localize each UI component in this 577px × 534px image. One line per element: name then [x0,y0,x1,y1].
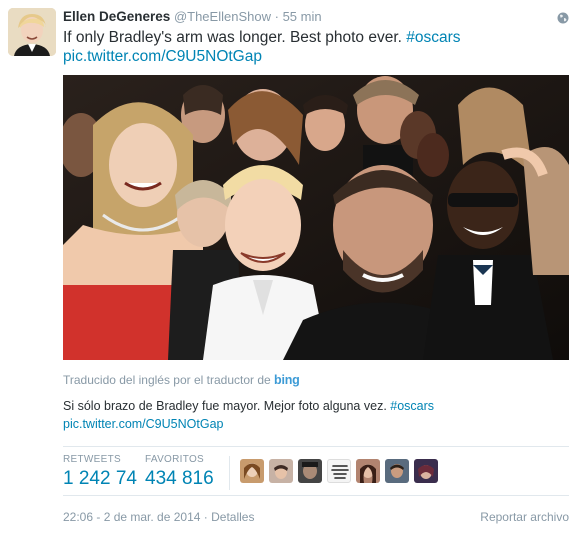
fav-avatar-1[interactable] [240,459,264,483]
tweet-text-main: If only Bradley's arm was longer. Best p… [63,29,407,46]
fav-avatar-2[interactable] [269,459,293,483]
retweets-stat[interactable]: RETWEETS 1 242 74 [63,454,137,490]
header-separator: · [274,9,279,24]
tweet-header: Ellen DeGeneres @TheEllenShow · 55 min [63,9,322,24]
translated-text-main: Si sólo brazo de Bradley fue mayor. Mejo… [63,399,391,413]
author-handle[interactable]: @TheEllenShow [174,9,271,24]
stats-top-divider [63,446,569,447]
favorites-label: FAVORITOS [145,454,205,465]
retweets-label: RETWEETS [63,454,121,465]
media-link[interactable]: pic.twitter.com/C9U5NOtGap [63,48,262,65]
translated-media-link[interactable]: pic.twitter.com/C9U5NOtGap [63,417,223,431]
footer-separator: · [203,510,208,524]
fav-avatar-7[interactable] [414,459,438,483]
favorites-count: 434 816 [145,468,214,489]
translated-hashtag-link[interactable]: #oscars [390,399,434,413]
tweet-stats: RETWEETS 1 242 74 FAVORITOS 434 816 [63,454,569,494]
fav-avatar-4[interactable] [327,459,351,483]
tweet-text: If only Bradley's arm was longer. Best p… [63,28,568,66]
retweets-count: 1 242 74 [63,468,137,489]
bing-logo[interactable]: bing [274,373,300,387]
tweet-time[interactable]: 55 min [283,9,322,24]
translation-label-text: Traducido del inglés por el traductor de [63,373,271,387]
author-avatar[interactable] [8,8,56,56]
report-link[interactable]: Reportar archivo [480,510,569,524]
fav-avatar-6[interactable] [385,459,409,483]
translation-label: Traducido del inglés por el traductor de… [63,373,300,387]
selfie-photo-image [63,75,569,360]
fav-avatar-5[interactable] [356,459,380,483]
stats-separator [229,456,230,490]
stats-bottom-divider [63,495,569,496]
fav-avatar-3[interactable] [298,459,322,483]
fav-avatar-4-badge [331,465,349,479]
translated-text: Si sólo brazo de Bradley fue mayor. Mejo… [63,397,568,433]
tweet-photo[interactable] [63,75,569,360]
tweet-footer: 22:06 - 2 de mar. de 2014 · Detalles [63,510,254,524]
details-link[interactable]: Detalles [211,510,254,524]
tweet-timestamp[interactable]: 22:06 - 2 de mar. de 2014 [63,510,200,524]
hashtag-link[interactable]: #oscars [406,29,460,46]
author-avatar-image [8,8,56,56]
globe-icon[interactable] [557,12,569,24]
favorites-stat[interactable]: FAVORITOS 434 816 [145,454,227,490]
author-name[interactable]: Ellen DeGeneres [63,9,170,24]
